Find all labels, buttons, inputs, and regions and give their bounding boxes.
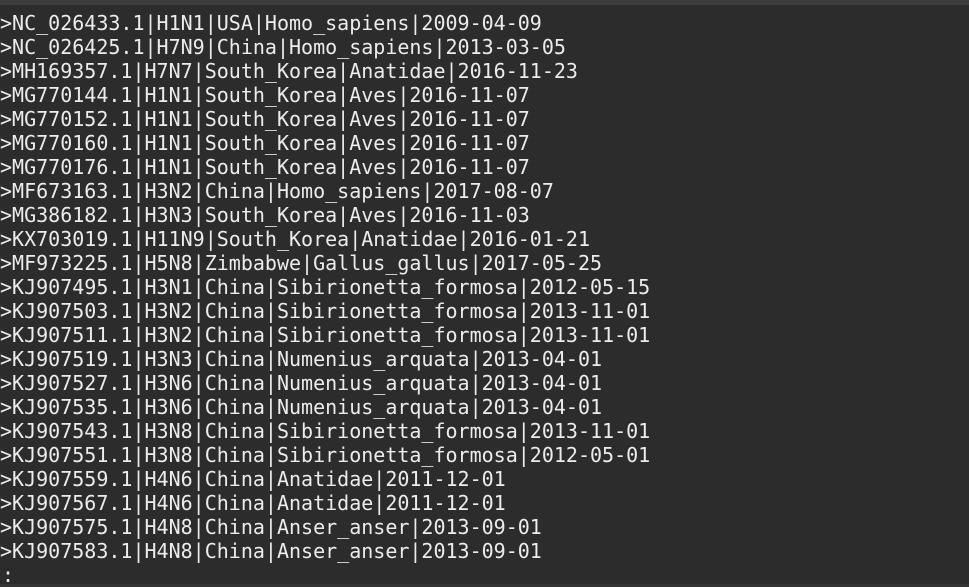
output-line: >MF673163.1|H3N2|China|Homo_sapiens|2017… [0, 179, 554, 203]
output-line: >KJ907559.1|H4N6|China|Anatidae|2011-12-… [0, 467, 506, 491]
terminal-output[interactable]: >NC_026433.1|H1N1|USA|Homo_sapiens|2009-… [0, 5, 969, 587]
output-line: >MG770176.1|H1N1|South_Korea|Aves|2016-1… [0, 155, 530, 179]
output-line: >MG386182.1|H3N3|South_Korea|Aves|2016-1… [0, 203, 530, 227]
output-line: >MG770152.1|H1N1|South_Korea|Aves|2016-1… [0, 107, 530, 131]
output-line: >KJ907551.1|H3N8|China|Sibirionetta_form… [0, 443, 651, 467]
output-line: >MF973225.1|H5N8|Zimbabwe|Gallus_gallus|… [0, 251, 603, 275]
output-line: >KJ907583.1|H4N8|China|Anser_anser|2013-… [0, 539, 542, 563]
output-line: >KJ907519.1|H3N3|China|Numenius_arquata|… [0, 347, 603, 371]
output-line: >MG770144.1|H1N1|South_Korea|Aves|2016-1… [0, 83, 530, 107]
output-line: >MH169357.1|H7N7|South_Korea|Anatidae|20… [0, 59, 578, 83]
output-line: >KJ907511.1|H3N2|China|Sibirionetta_form… [0, 323, 651, 347]
output-line: >KJ907535.1|H3N6|China|Numenius_arquata|… [0, 395, 603, 419]
output-line: >KX703019.1|H11N9|South_Korea|Anatidae|2… [0, 227, 591, 251]
output-line: >KJ907567.1|H4N6|China|Anatidae|2011-12-… [0, 491, 506, 515]
output-line: >KJ907503.1|H3N2|China|Sibirionetta_form… [0, 299, 651, 323]
output-line: >KJ907575.1|H4N8|China|Anser_anser|2013-… [0, 515, 542, 539]
pager-prompt[interactable]: : [2, 563, 14, 587]
output-lines: >NC_026433.1|H1N1|USA|Homo_sapiens|2009-… [0, 11, 650, 563]
output-line: >NC_026433.1|H1N1|USA|Homo_sapiens|2009-… [0, 11, 542, 35]
output-line: >NC_026425.1|H7N9|China|Homo_sapiens|201… [0, 35, 566, 59]
output-line: >KJ907495.1|H3N1|China|Sibirionetta_form… [0, 275, 651, 299]
terminal-window[interactable]: >NC_026433.1|H1N1|USA|Homo_sapiens|2009-… [0, 0, 969, 587]
output-line: >KJ907527.1|H3N6|China|Numenius_arquata|… [0, 371, 603, 395]
output-line: >MG770160.1|H1N1|South_Korea|Aves|2016-1… [0, 131, 530, 155]
output-line: >KJ907543.1|H3N8|China|Sibirionetta_form… [0, 419, 651, 443]
